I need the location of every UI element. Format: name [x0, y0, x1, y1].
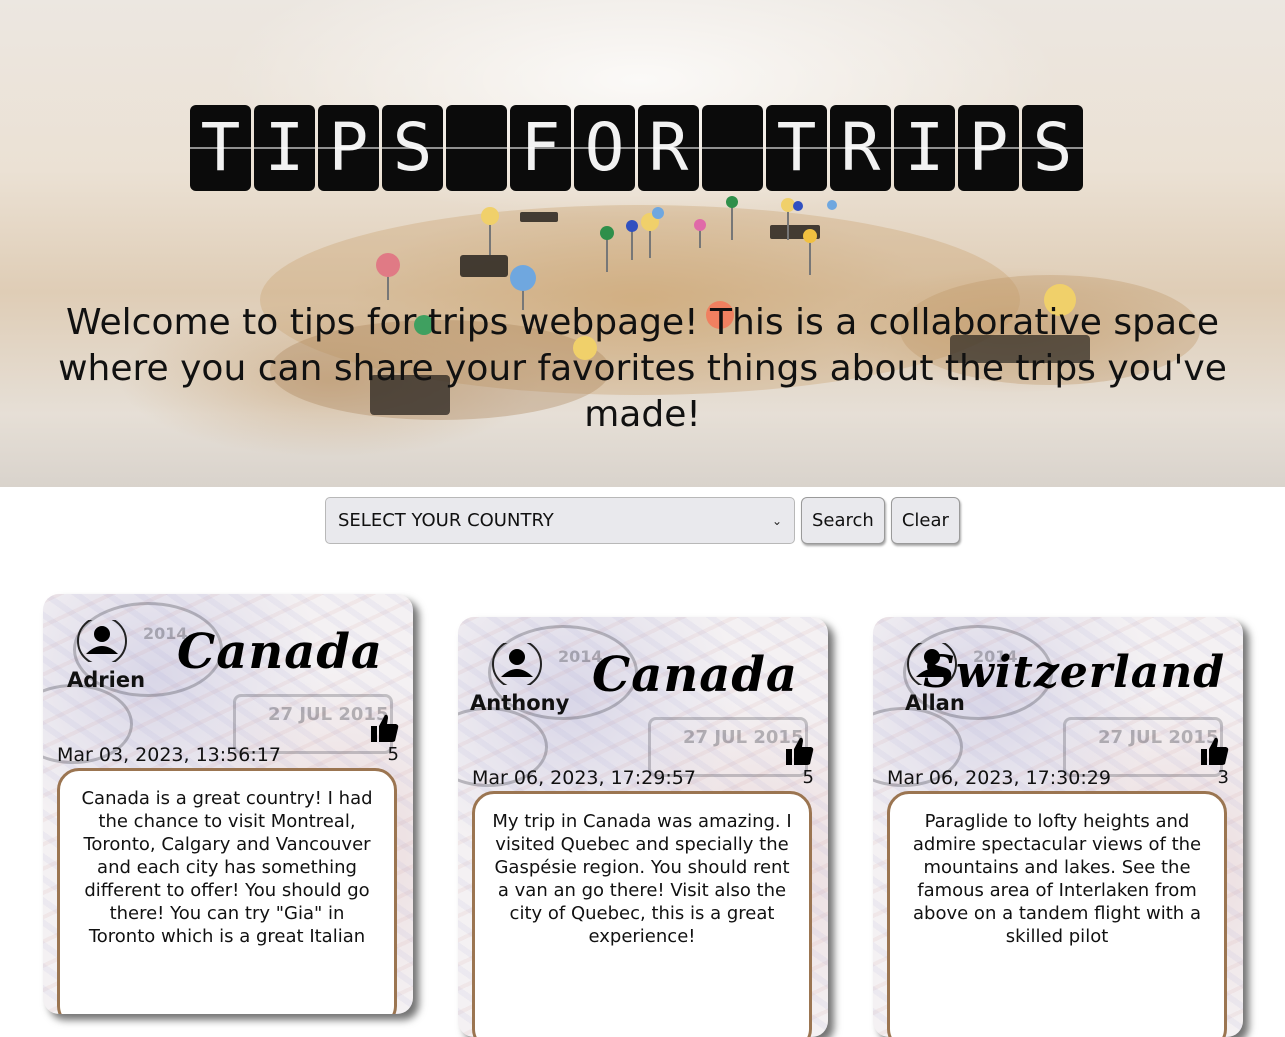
title-letter: F — [510, 105, 571, 191]
like-count: 5 — [802, 767, 814, 788]
user-avatar-icon — [492, 643, 542, 685]
card-date: Mar 03, 2023, 13:56:17 — [57, 744, 281, 766]
card-country: Switzerland — [923, 647, 1225, 698]
thumbs-up-icon[interactable] — [369, 712, 399, 744]
card-username: Adrien — [67, 668, 146, 692]
country-select[interactable]: SELECT YOUR COUNTRY ⌄ — [325, 497, 795, 544]
title-letter: T — [190, 105, 251, 191]
trip-card: 2014 27 JUL 2015 Anthony Canada 5 Mar 06… — [458, 617, 828, 1037]
title-letter: R — [830, 105, 891, 191]
country-search-bar: SELECT YOUR COUNTRY ⌄ Search Clear — [325, 497, 960, 544]
thumbs-up-icon[interactable] — [1199, 735, 1229, 767]
hero-banner: T I P S F O R T R I P S Welcome to tips … — [0, 0, 1285, 487]
card-country: Canada — [592, 647, 798, 703]
thumbs-up-icon[interactable] — [784, 735, 814, 767]
clear-button[interactable]: Clear — [890, 497, 960, 544]
like-count: 5 — [387, 744, 399, 765]
site-title: T I P S F O R T R I P S — [190, 105, 1083, 191]
title-letter: I — [894, 105, 955, 191]
search-button[interactable]: Search — [801, 497, 885, 544]
trip-card: 2014 27 JUL 2015 Allan Switzerland 3 Mar… — [873, 617, 1243, 1037]
title-letter: R — [638, 105, 699, 191]
title-letter: O — [574, 105, 635, 191]
card-date: Mar 06, 2023, 17:29:57 — [472, 767, 696, 789]
card-text: My trip in Canada was amazing. I visited… — [472, 791, 812, 1037]
welcome-text: Welcome to tips for trips webpage! This … — [58, 302, 1227, 435]
title-letter: T — [766, 105, 827, 191]
title-letter: P — [958, 105, 1019, 191]
title-letter: P — [318, 105, 379, 191]
user-avatar-icon — [77, 620, 127, 662]
chevron-down-icon: ⌄ — [771, 513, 782, 528]
title-letter — [702, 105, 763, 191]
card-date: Mar 06, 2023, 17:30:29 — [887, 767, 1111, 789]
card-username: Anthony — [470, 691, 570, 715]
title-letter: S — [382, 105, 443, 191]
card-text: Canada is a great country! I had the cha… — [57, 768, 397, 1014]
trip-card: 2014 27 JUL 2015 Adrien Canada 5 Mar 03,… — [43, 594, 413, 1014]
title-letter: S — [1022, 105, 1083, 191]
card-text: Paraglide to lofty heights and admire sp… — [887, 791, 1227, 1037]
card-country: Canada — [177, 624, 383, 680]
like-count: 3 — [1217, 767, 1229, 788]
title-letter — [446, 105, 507, 191]
country-select-value: SELECT YOUR COUNTRY — [338, 510, 554, 531]
title-letter: I — [254, 105, 315, 191]
